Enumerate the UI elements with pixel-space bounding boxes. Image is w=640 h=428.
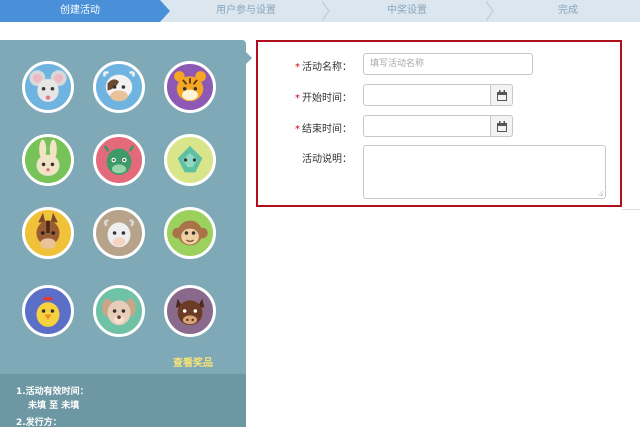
step-complete[interactable]: 完成 <box>496 0 640 22</box>
start-time-label-text: 开始时间： <box>302 93 352 104</box>
step-separator <box>484 0 494 22</box>
tiger-icon <box>164 61 216 113</box>
panel-pointer <box>246 52 252 64</box>
end-time-input[interactable] <box>363 115 491 137</box>
horse-icon <box>22 207 74 259</box>
resize-grip-icon[interactable] <box>597 190 603 196</box>
step-prize-settings[interactable]: 中奖设置 <box>332 0 482 22</box>
step-participation-settings[interactable]: 用户参与设置 <box>172 0 320 22</box>
rule-valid-time-value: 未填 至 未填 <box>28 401 80 411</box>
rule-issuer-label: 2.发行方： <box>16 418 62 428</box>
activity-name-input[interactable]: 填写活动名称 <box>363 53 533 75</box>
view-prizes-link[interactable]: 查看奖品 <box>173 354 213 369</box>
rule-valid-time-label: 1.活动有效时间： <box>16 387 89 397</box>
monkey-icon <box>164 207 216 259</box>
end-time-label-text: 结束时间： <box>302 124 352 135</box>
activity-form: * 活动名称： 填写活动名称 * 开始时间： * 结束时间： 活动说明： <box>256 40 622 207</box>
mouse-icon <box>22 61 74 113</box>
end-time-calendar-button[interactable] <box>491 115 513 137</box>
activity-name-label: * 活动名称： <box>260 58 352 73</box>
rabbit-icon <box>22 134 74 186</box>
required-mark: * <box>295 93 300 104</box>
activity-rules: 1.活动有效时间： 未填 至 未填 2.发行方： <box>0 374 246 428</box>
step-separator <box>320 0 330 22</box>
preview-panel: 查看奖品 1.活动有效时间： 未填 至 未填 2.发行方： <box>0 40 246 428</box>
calendar-icon <box>497 90 507 101</box>
step-create-activity[interactable]: 创建活动 <box>0 0 170 22</box>
dog-icon <box>93 285 145 337</box>
snake-icon <box>164 134 216 186</box>
rooster-icon <box>22 285 74 337</box>
required-mark: * <box>295 124 300 135</box>
start-time-label: * 开始时间： <box>260 89 352 104</box>
step-progress-bar: 创建活动 用户参与设置 中奖设置 完成 <box>0 0 640 22</box>
end-time-label: * 结束时间： <box>260 120 352 135</box>
calendar-icon <box>497 121 507 132</box>
dragon-icon <box>93 134 145 186</box>
description-textarea[interactable] <box>363 145 606 199</box>
ox-icon <box>93 61 145 113</box>
required-mark: * <box>295 62 300 73</box>
goat-icon <box>93 207 145 259</box>
start-time-calendar-button[interactable] <box>491 84 513 106</box>
description-label: 活动说明： <box>302 154 352 165</box>
start-time-input[interactable] <box>363 84 491 106</box>
activity-name-label-text: 活动名称： <box>302 62 352 73</box>
pig-icon <box>164 285 216 337</box>
divider <box>622 209 640 210</box>
